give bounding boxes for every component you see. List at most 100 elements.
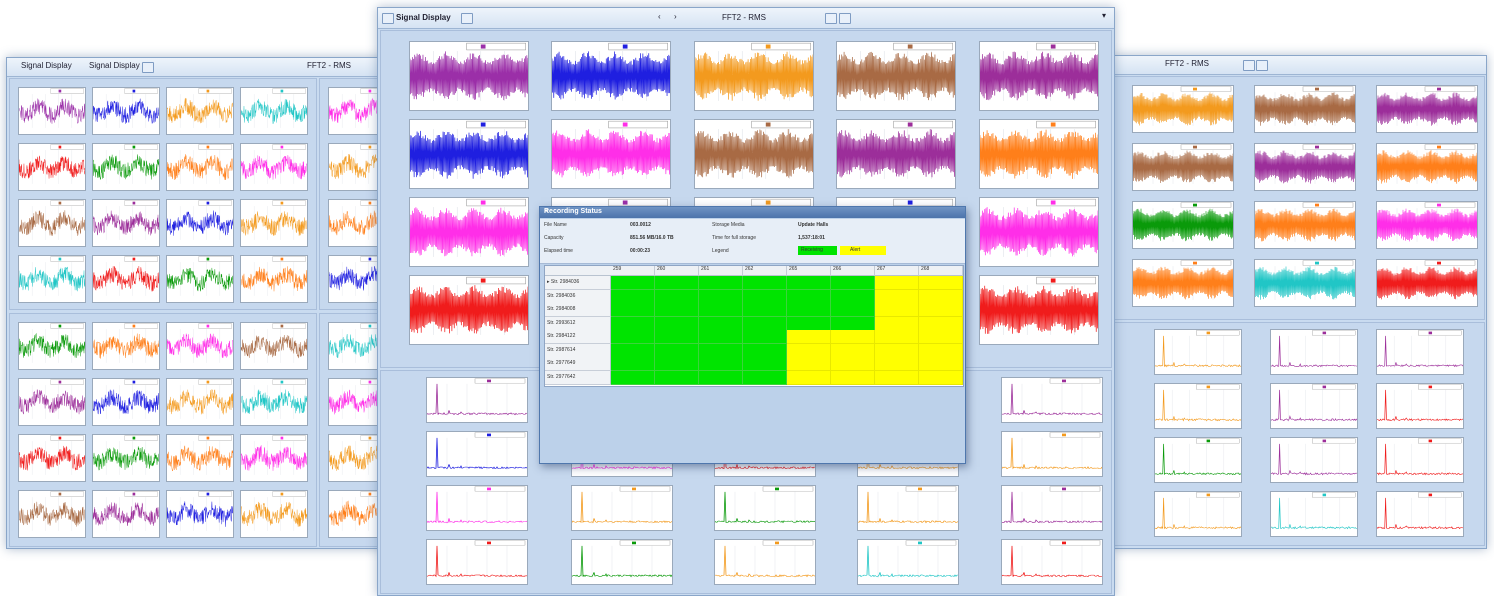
- grid-row-label[interactable]: Str. 2993612: [545, 316, 611, 331]
- time-plot[interactable]: [694, 41, 814, 111]
- time-plot[interactable]: [1132, 85, 1234, 133]
- spectrum-plot[interactable]: [1001, 377, 1103, 423]
- noise-plot[interactable]: [166, 199, 234, 247]
- spectrum-plot[interactable]: [426, 539, 528, 585]
- grid-row-label[interactable]: Str. 2987614: [545, 343, 611, 358]
- center-prev-arrow[interactable]: ‹: [658, 12, 661, 21]
- noise-plot[interactable]: [240, 490, 308, 538]
- grid-row-label[interactable]: Str. 2984036: [545, 289, 611, 304]
- time-plot[interactable]: [409, 197, 529, 267]
- center-next-arrow[interactable]: ›: [674, 12, 677, 21]
- noise-plot[interactable]: [92, 199, 160, 247]
- time-plot[interactable]: [1254, 259, 1356, 307]
- spectrum-plot[interactable]: [1376, 491, 1464, 537]
- noise-plot[interactable]: [240, 143, 308, 191]
- spectrum-plot[interactable]: [714, 485, 816, 531]
- spectrum-plot[interactable]: [714, 539, 816, 585]
- noise-plot[interactable]: [166, 434, 234, 482]
- noise-plot[interactable]: [18, 255, 86, 303]
- grid-row-label[interactable]: ▸ Str. 2984036: [545, 276, 611, 290]
- center-window-icon-3[interactable]: [839, 13, 851, 24]
- spectrum-plot[interactable]: [1001, 539, 1103, 585]
- grid-column-header[interactable]: 268: [919, 266, 963, 276]
- spectrum-plot[interactable]: [426, 431, 528, 477]
- time-plot[interactable]: [694, 119, 814, 189]
- grid-column-header[interactable]: 266: [831, 266, 875, 276]
- noise-plot[interactable]: [18, 143, 86, 191]
- center-window-icon-2[interactable]: [825, 13, 837, 24]
- time-plot[interactable]: [1376, 85, 1478, 133]
- time-plot[interactable]: [551, 119, 671, 189]
- noise-plot[interactable]: [18, 199, 86, 247]
- grid-column-header[interactable]: 261: [699, 266, 743, 276]
- spectrum-plot[interactable]: [1376, 329, 1464, 375]
- spectrum-plot[interactable]: [1376, 437, 1464, 483]
- noise-plot[interactable]: [92, 490, 160, 538]
- time-plot[interactable]: [979, 197, 1099, 267]
- spectrum-plot[interactable]: [1270, 491, 1358, 537]
- spectrum-plot[interactable]: [857, 485, 959, 531]
- time-plot[interactable]: [1376, 201, 1478, 249]
- spectrum-plot[interactable]: [1270, 437, 1358, 483]
- time-plot[interactable]: [1254, 85, 1356, 133]
- noise-plot[interactable]: [92, 378, 160, 426]
- spectrum-plot[interactable]: [571, 539, 673, 585]
- noise-plot[interactable]: [166, 255, 234, 303]
- grid-column-header[interactable]: 267: [875, 266, 919, 276]
- spectrum-plot[interactable]: [1001, 485, 1103, 531]
- noise-plot[interactable]: [18, 378, 86, 426]
- spectrum-plot[interactable]: [1154, 491, 1242, 537]
- noise-plot[interactable]: [240, 322, 308, 370]
- noise-plot[interactable]: [166, 490, 234, 538]
- noise-plot[interactable]: [92, 434, 160, 482]
- time-plot[interactable]: [1376, 259, 1478, 307]
- left-tab-1[interactable]: Signal Display: [21, 61, 72, 70]
- spectrum-plot[interactable]: [1154, 383, 1242, 429]
- right-window-icon-2[interactable]: [1256, 60, 1268, 71]
- spectrum-plot[interactable]: [426, 485, 528, 531]
- noise-plot[interactable]: [92, 143, 160, 191]
- time-plot[interactable]: [409, 275, 529, 345]
- spectrum-plot[interactable]: [1154, 329, 1242, 375]
- time-plot[interactable]: [1132, 259, 1234, 307]
- time-plot[interactable]: [836, 119, 956, 189]
- noise-plot[interactable]: [18, 322, 86, 370]
- spectrum-plot[interactable]: [857, 539, 959, 585]
- noise-plot[interactable]: [92, 322, 160, 370]
- grid-row-label[interactable]: Str. 2977649: [545, 357, 611, 371]
- time-plot[interactable]: [1254, 201, 1356, 249]
- spectrum-plot[interactable]: [1270, 383, 1358, 429]
- time-plot[interactable]: [1132, 201, 1234, 249]
- time-plot[interactable]: [836, 41, 956, 111]
- time-plot[interactable]: [551, 41, 671, 111]
- grid-column-header[interactable]: 259: [611, 266, 655, 276]
- noise-plot[interactable]: [240, 87, 308, 135]
- time-plot[interactable]: [409, 41, 529, 111]
- right-window-icon-1[interactable]: [1243, 60, 1255, 71]
- grid-row-label[interactable]: Str. 2977642: [545, 370, 611, 385]
- grid-column-header[interactable]: 260: [655, 266, 699, 276]
- noise-plot[interactable]: [166, 322, 234, 370]
- close-icon[interactable]: ×: [544, 208, 961, 215]
- center-tab-icon[interactable]: [461, 13, 473, 24]
- grid-column-header[interactable]: 265: [787, 266, 831, 276]
- noise-plot[interactable]: [18, 490, 86, 538]
- spectrum-plot[interactable]: [1270, 329, 1358, 375]
- noise-plot[interactable]: [18, 87, 86, 135]
- left-tab-2[interactable]: Signal Display: [89, 61, 140, 70]
- grid-column-header[interactable]: 262: [743, 266, 787, 276]
- noise-plot[interactable]: [240, 199, 308, 247]
- noise-plot[interactable]: [92, 255, 160, 303]
- time-plot[interactable]: [1254, 143, 1356, 191]
- spectrum-plot[interactable]: [1001, 431, 1103, 477]
- time-plot[interactable]: [1132, 143, 1234, 191]
- spectrum-plot[interactable]: [571, 485, 673, 531]
- center-window-pin[interactable]: ▾: [1102, 11, 1106, 20]
- noise-plot[interactable]: [166, 87, 234, 135]
- noise-plot[interactable]: [166, 378, 234, 426]
- grid-row-label[interactable]: Str. 2984008: [545, 303, 611, 317]
- noise-plot[interactable]: [240, 255, 308, 303]
- time-plot[interactable]: [979, 119, 1099, 189]
- time-plot[interactable]: [409, 119, 529, 189]
- noise-plot[interactable]: [18, 434, 86, 482]
